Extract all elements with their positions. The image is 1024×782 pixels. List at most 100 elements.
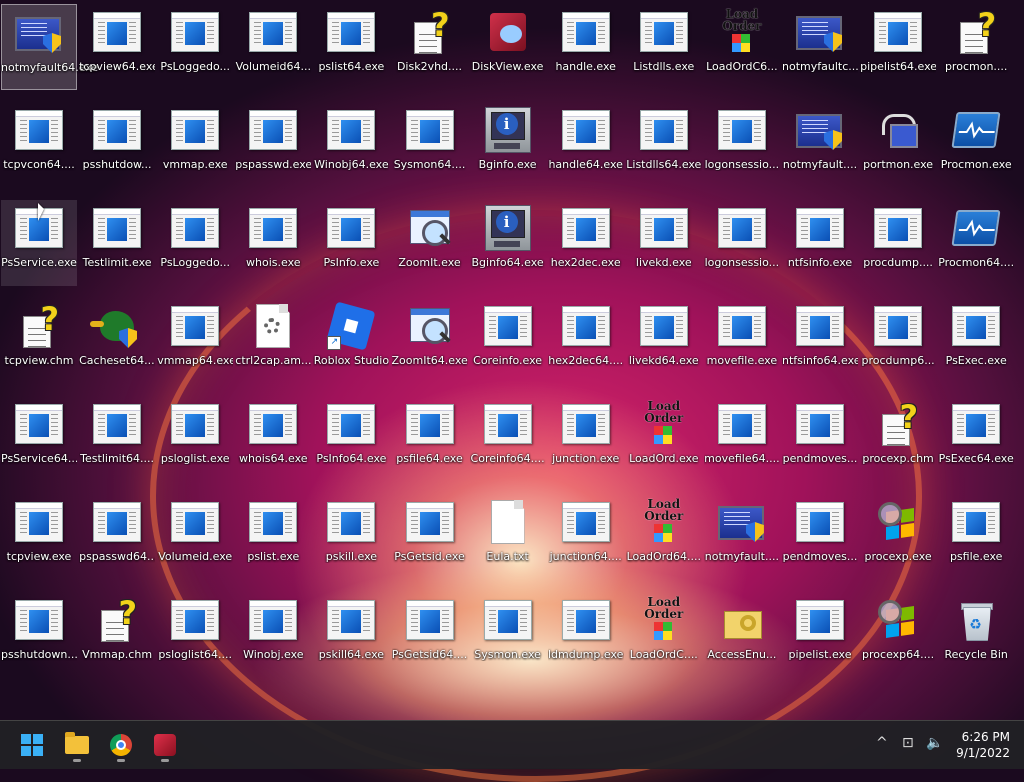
desktop-icon[interactable]: psfile.exe [938, 494, 1014, 580]
desktop-icon[interactable]: pspasswd.exe [235, 102, 311, 188]
desktop-icon[interactable]: Volumeid64... [235, 4, 311, 90]
diskview-button[interactable] [147, 727, 183, 763]
desktop-icon[interactable]: PsGetsid.exe [392, 494, 468, 580]
desktop-icon[interactable]: tcpview64.exe [79, 4, 155, 90]
desktop-icon[interactable]: ? tcpview.chm [1, 298, 77, 384]
desktop-icon[interactable]: AccessEnu... [704, 592, 780, 678]
desktop-icon[interactable]: ZoomIt64.exe [392, 298, 468, 384]
desktop-icon[interactable]: i Bginfo64.exe [470, 200, 546, 286]
desktop-icon[interactable]: whois64.exe [235, 396, 311, 482]
desktop-icon[interactable]: handle64.exe [548, 102, 624, 188]
desktop-icon[interactable]: livekd.exe [626, 200, 702, 286]
desktop-icon[interactable]: PsLoggedo... [157, 200, 233, 286]
tray-chevron-icon[interactable]: ^ [876, 735, 888, 751]
desktop[interactable]: notmyfault64.exe tcpview64.exe PsLoggedo..… [0, 0, 1024, 720]
desktop-icon[interactable]: pendmoves... [782, 494, 858, 580]
desktop-icon[interactable]: ? Vmmap.chm [79, 592, 155, 678]
desktop-icon[interactable]: movefile.exe [704, 298, 780, 384]
desktop-icon[interactable]: tcpvcon64.... [1, 102, 77, 188]
desktop-icon[interactable]: ? Disk2vhd.... [392, 4, 468, 90]
desktop-icon[interactable]: ZoomIt.exe [392, 200, 468, 286]
desktop-icon[interactable]: DiskView.exe [470, 4, 546, 90]
desktop-icon[interactable]: ♻ Recycle Bin [938, 592, 1014, 678]
desktop-icon[interactable]: Eula.txt [470, 494, 546, 580]
desktop-icon[interactable]: i Bginfo.exe [470, 102, 546, 188]
clock[interactable]: 6:26 PM 9/1/2022 [956, 729, 1010, 761]
desktop-icon[interactable]: psshutdow... [79, 102, 155, 188]
file-explorer-button[interactable] [59, 727, 95, 763]
desktop-icon[interactable]: psfile64.exe [392, 396, 468, 482]
desktop-icon[interactable]: PsInfo.exe [313, 200, 389, 286]
desktop-icon[interactable]: tcpview.exe [1, 494, 77, 580]
desktop-icon[interactable]: notmyfault64.exe [1, 4, 98, 90]
desktop-icon[interactable]: Testlimit64.... [79, 396, 155, 482]
desktop-icon[interactable]: pipelist.exe [782, 592, 858, 678]
desktop-icon[interactable]: movefile64.... [704, 396, 780, 482]
desktop-icon[interactable]: whois.exe [235, 200, 311, 286]
desktop-icon[interactable]: ? procmon.... [938, 4, 1014, 90]
desktop-icon[interactable]: PsLoggedo... [157, 4, 233, 90]
desktop-icon[interactable]: Testlimit.exe [79, 200, 155, 286]
desktop-icon[interactable]: Listdlls64.exe [626, 102, 702, 188]
desktop-icon[interactable]: pslist.exe [235, 494, 311, 580]
desktop-icon[interactable]: pipelist64.exe [860, 4, 936, 90]
desktop-icon[interactable]: Coreinfo64.... [470, 396, 546, 482]
desktop-icon[interactable]: procdump6... [860, 298, 936, 384]
desktop-icon[interactable]: Winobj64.exe [313, 102, 389, 188]
desktop-icon[interactable]: logonsessio... [704, 200, 780, 286]
desktop-icon[interactable]: hex2dec.exe [548, 200, 624, 286]
desktop-icon[interactable]: Coreinfo.exe [470, 298, 546, 384]
start-button[interactable] [14, 727, 50, 763]
desktop-icon[interactable]: ↗ Roblox Studio [313, 298, 389, 384]
desktop-icon[interactable]: notmyfault.... [782, 102, 858, 188]
desktop-icon[interactable]: psloglist.exe [157, 396, 233, 482]
desktop-icon[interactable]: Load Order LoadOrd.exe [626, 396, 702, 482]
desktop-icon[interactable]: pendmoves... [782, 396, 858, 482]
desktop-icon[interactable]: junction.exe [548, 396, 624, 482]
desktop-icon[interactable]: pslist64.exe [313, 4, 389, 90]
desktop-icon[interactable]: Load Order LoadOrdC.... [626, 592, 702, 678]
desktop-icon[interactable]: junction64.... [548, 494, 624, 580]
desktop-icon[interactable]: pskill64.exe [313, 592, 389, 678]
desktop-icon[interactable]: PsExec.exe [938, 298, 1014, 384]
desktop-icon[interactable]: ctrl2cap.am... [235, 298, 311, 384]
desktop-icon[interactable]: Procmon64.... [938, 200, 1014, 286]
chrome-button[interactable] [103, 727, 139, 763]
loadorder-icon: Load Order [640, 498, 688, 546]
desktop-icon[interactable]: Load Order LoadOrd64.... [626, 494, 702, 580]
desktop-icon[interactable]: ntfsinfo.exe [782, 200, 858, 286]
volume-icon[interactable]: 🔈 [926, 735, 943, 751]
desktop-icon[interactable]: Winobj.exe [235, 592, 311, 678]
desktop-icon[interactable]: PsGetsid64.... [392, 592, 468, 678]
desktop-icon[interactable]: vmmap.exe [157, 102, 233, 188]
desktop-icon[interactable]: ? procexp.chm [860, 396, 936, 482]
desktop-icon[interactable]: portmon.exe [860, 102, 936, 188]
desktop-icon[interactable]: Sysmon.exe [470, 592, 546, 678]
desktop-icon[interactable]: notmyfault.... [704, 494, 780, 580]
desktop-icon[interactable]: psloglist64.... [157, 592, 233, 678]
desktop-icon[interactable]: vmmap64.exe [157, 298, 233, 384]
network-icon[interactable]: ⊡ [902, 735, 914, 751]
desktop-icon[interactable]: livekd64.exe [626, 298, 702, 384]
desktop-icon[interactable]: Listdlls.exe [626, 4, 702, 90]
desktop-icon[interactable]: PsExec64.exe [938, 396, 1014, 482]
desktop-icon[interactable]: notmyfaultc... [782, 4, 858, 90]
desktop-icon[interactable]: logonsessio... [704, 102, 780, 188]
desktop-icon[interactable]: Procmon.exe [938, 102, 1014, 188]
desktop-icon[interactable]: procdump.... [860, 200, 936, 286]
desktop-icon[interactable]: PsService64... [1, 396, 77, 482]
desktop-icon[interactable]: hex2dec64.... [548, 298, 624, 384]
desktop-icon[interactable]: Volumeid.exe [157, 494, 233, 580]
desktop-icon[interactable]: handle.exe [548, 4, 624, 90]
desktop-icon[interactable]: procexp64.... [860, 592, 936, 678]
desktop-icon[interactable]: Sysmon64.... [392, 102, 468, 188]
desktop-icon[interactable]: psshutdown... [1, 592, 77, 678]
desktop-icon[interactable]: PsInfo64.exe [313, 396, 389, 482]
desktop-icon[interactable]: procexp.exe [860, 494, 936, 580]
desktop-icon[interactable]: Cacheset64.... [79, 298, 155, 384]
desktop-icon[interactable]: ntfsinfo64.exe [782, 298, 858, 384]
desktop-icon[interactable]: pspasswd64.... [79, 494, 155, 580]
desktop-icon[interactable]: pskill.exe [313, 494, 389, 580]
desktop-icon[interactable]: ldmdump.exe [548, 592, 624, 678]
desktop-icon[interactable]: Load Order LoadOrdC6... [704, 4, 780, 90]
